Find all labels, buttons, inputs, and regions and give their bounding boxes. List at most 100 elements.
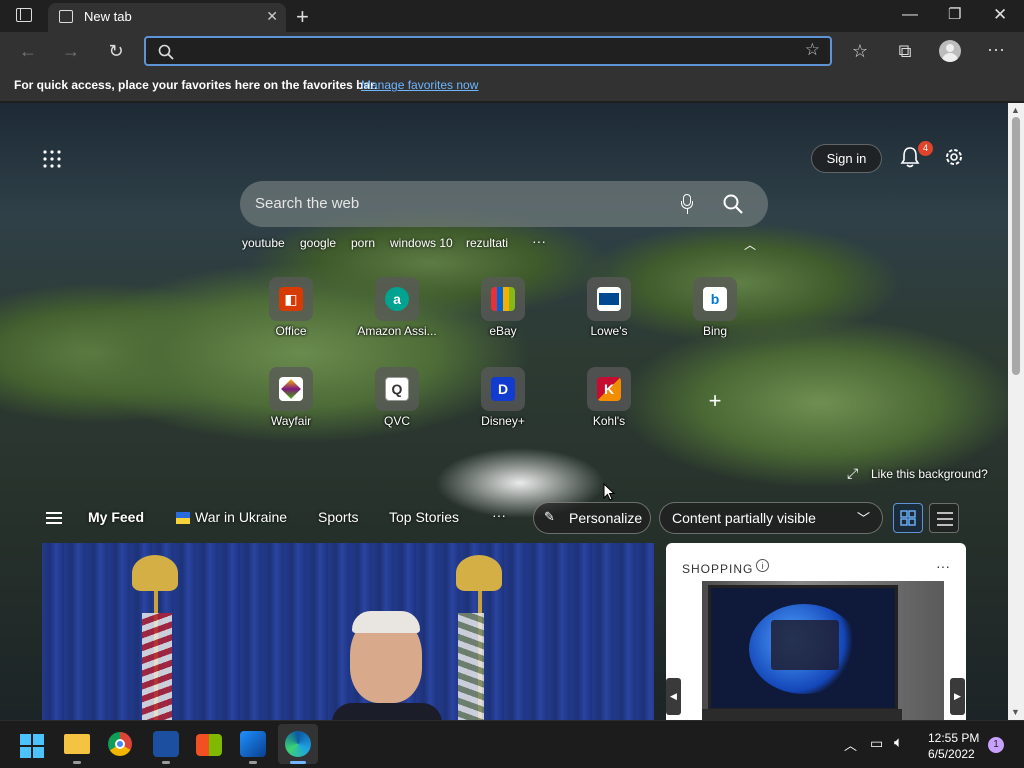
- grid-layout-button[interactable]: [893, 503, 923, 533]
- notifications-bell-icon[interactable]: 4: [900, 141, 933, 168]
- add-favorite-icon[interactable]: ☆: [805, 40, 820, 60]
- page-scrollbar[interactable]: ▲ ▼: [1008, 103, 1024, 720]
- tile-disney-plus[interactable]: D Disney+: [458, 367, 548, 437]
- running-indicator: [162, 761, 170, 764]
- active-indicator: [290, 761, 306, 764]
- settings-more-icon[interactable]: ···: [985, 38, 1007, 60]
- favorites-icon[interactable]: ☆: [849, 40, 871, 62]
- flag-drape: [458, 613, 484, 720]
- gear-icon[interactable]: [943, 146, 965, 168]
- quick-links-more[interactable]: ···: [532, 233, 546, 249]
- scrollbar-thumb[interactable]: [1012, 117, 1020, 375]
- quick-link[interactable]: windows 10: [390, 236, 453, 250]
- ebay-icon: [491, 287, 515, 311]
- list-layout-button[interactable]: [929, 503, 959, 533]
- restore-button[interactable]: ❐: [948, 5, 961, 23]
- tab-my-feed[interactable]: My Feed: [88, 509, 144, 525]
- quick-link[interactable]: porn: [351, 236, 375, 250]
- tab-war-in-ukraine[interactable]: War in Ukraine: [195, 509, 287, 525]
- wayfair-icon: [279, 377, 303, 401]
- clock-time[interactable]: 12:55 PM: [928, 731, 979, 745]
- forward-button[interactable]: →: [60, 40, 82, 62]
- feed-more-button[interactable]: ···: [492, 507, 506, 523]
- network-icon[interactable]: ▭: [870, 735, 883, 752]
- expand-icon[interactable]: ⤢: [847, 465, 858, 482]
- grid-icon: [900, 510, 916, 526]
- tile-label: eBay: [489, 324, 517, 338]
- web-search-box[interactable]: Search the web: [240, 181, 768, 227]
- apps-launcher-icon[interactable]: [43, 150, 61, 168]
- sign-in-label: Sign in: [826, 151, 867, 166]
- carousel-prev-button[interactable]: ◀: [666, 678, 681, 715]
- collapse-chevron-icon[interactable]: ︿: [744, 236, 756, 253]
- search-placeholder[interactable]: Search the web: [255, 195, 359, 212]
- pencil-icon: ✎: [544, 509, 555, 524]
- favorites-bar: For quick access, place your favorites h…: [0, 70, 1024, 102]
- notification-badge: 4: [918, 141, 933, 156]
- shopping-more-button[interactable]: ···: [936, 558, 950, 574]
- edge-icon[interactable]: [285, 731, 311, 757]
- tile-bing[interactable]: b Bing: [670, 277, 760, 347]
- tile-wayfair[interactable]: Wayfair: [246, 367, 336, 437]
- tile-label: Kohl's: [592, 414, 626, 428]
- profile-avatar[interactable]: [939, 40, 961, 62]
- show-hidden-icons-chevron[interactable]: ︿: [844, 735, 857, 754]
- tab-new-tab[interactable]: New tab ✕: [48, 3, 286, 32]
- news-card-main[interactable]: [42, 543, 654, 720]
- like-background-link[interactable]: Like this background?: [871, 467, 988, 481]
- tile-lowes[interactable]: Lowe's: [564, 277, 654, 347]
- tab-top-stories[interactable]: Top Stories: [389, 509, 459, 525]
- tile-office[interactable]: ◧ Office: [246, 277, 336, 347]
- close-tab-icon[interactable]: ✕: [266, 8, 278, 25]
- close-window-button[interactable]: ✕: [993, 5, 1007, 25]
- scroll-down-arrow[interactable]: ▼: [1011, 707, 1020, 717]
- volume-icon[interactable]: 🔈︎: [894, 734, 903, 751]
- personalize-button[interactable]: ✎ Personalize: [533, 502, 651, 534]
- file-explorer-icon[interactable]: [64, 734, 90, 754]
- tile-label: Wayfair: [270, 414, 312, 428]
- tile-amazon-assistant[interactable]: a Amazon Assi...: [352, 277, 442, 347]
- new-tab-button[interactable]: +: [296, 4, 309, 30]
- ukraine-flag-icon: [176, 512, 190, 524]
- tile-qvc[interactable]: Q QVC: [352, 367, 442, 437]
- amazon-assistant-icon: a: [385, 287, 409, 311]
- address-bar[interactable]: ☆: [144, 36, 832, 66]
- quick-link[interactable]: rezultati: [466, 236, 508, 250]
- quick-link[interactable]: youtube: [242, 236, 285, 250]
- eagle-ornament: [132, 555, 178, 591]
- info-icon[interactable]: i: [756, 559, 769, 572]
- add-tile-button[interactable]: +: [670, 388, 760, 458]
- collections-icon[interactable]: ⧉: [894, 40, 916, 62]
- clock-date[interactable]: 6/5/2022: [928, 747, 975, 761]
- tile-ebay[interactable]: eBay: [458, 277, 548, 347]
- chrome-icon[interactable]: [108, 732, 132, 756]
- title-bar: New tab ✕ + — ❐ ✕: [0, 0, 1024, 32]
- bing-icon: b: [703, 287, 727, 311]
- hamburger-menu-icon[interactable]: [46, 512, 62, 524]
- sign-in-button[interactable]: Sign in: [811, 144, 882, 173]
- microsoft-store-icon[interactable]: [196, 734, 222, 756]
- quick-link[interactable]: google: [300, 236, 336, 250]
- tab-actions-icon[interactable]: [16, 8, 32, 22]
- media-player-icon[interactable]: [240, 731, 266, 757]
- refresh-button[interactable]: ↻: [105, 40, 127, 62]
- tile-kohls[interactable]: K Kohl's: [564, 367, 654, 437]
- carousel-next-button[interactable]: ▶: [950, 678, 965, 715]
- notification-center-badge[interactable]: 1: [988, 737, 1004, 753]
- microphone-icon[interactable]: [681, 194, 693, 214]
- start-windows-icon[interactable]: [20, 734, 44, 758]
- back-button[interactable]: ←: [17, 40, 39, 62]
- tile-label: QVC: [383, 414, 410, 428]
- shopping-card[interactable]: SHOPPING i ···: [666, 543, 966, 720]
- content-visibility-dropdown[interactable]: Content partially visible ﹀: [659, 502, 883, 534]
- scroll-up-arrow[interactable]: ▲: [1011, 105, 1020, 115]
- minimize-button[interactable]: —: [902, 6, 918, 24]
- person-suit: [332, 703, 442, 720]
- shopping-title: SHOPPING: [682, 562, 754, 576]
- manage-favorites-link[interactable]: Manage favorites now: [361, 78, 478, 92]
- disney-plus-icon: D: [491, 377, 515, 401]
- tab-sports[interactable]: Sports: [318, 509, 358, 525]
- search-icon[interactable]: [723, 194, 743, 214]
- tab-title: New tab: [84, 9, 132, 24]
- solitaire-icon[interactable]: [153, 731, 179, 757]
